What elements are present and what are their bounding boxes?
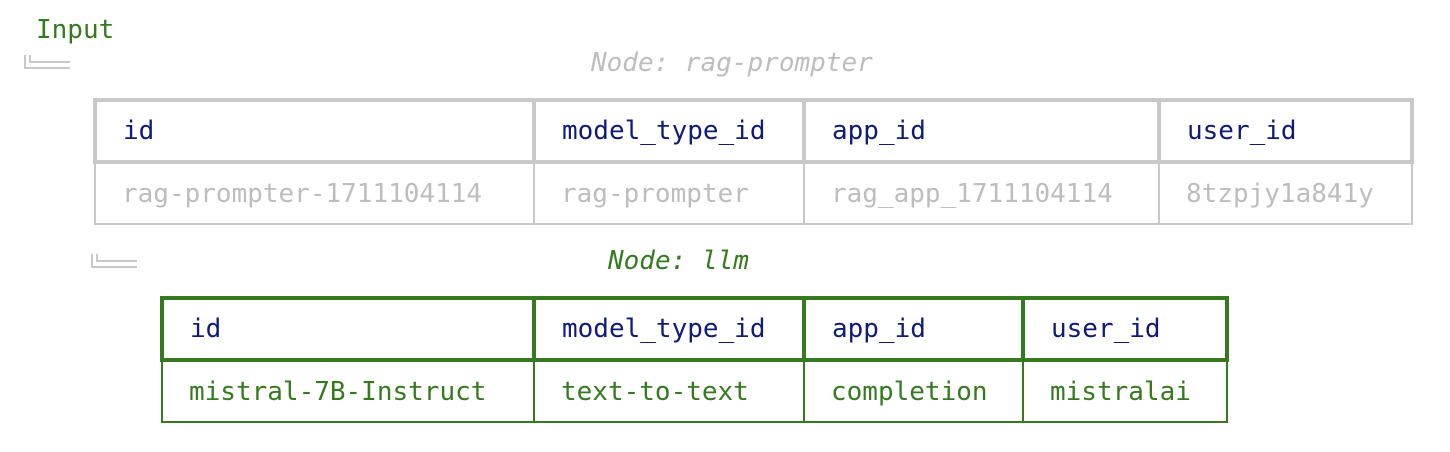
header-cell: app_id xyxy=(802,296,1025,362)
table-header-row: id model_type_id app_id user_id xyxy=(160,296,1229,362)
value-cell: completion xyxy=(803,359,1024,423)
node-table-llm: id model_type_id app_id user_id mistral-… xyxy=(160,296,1229,423)
value-cell: rag-prompter xyxy=(533,161,805,225)
tree-connector-icon xyxy=(91,254,137,268)
header-cell: user_id xyxy=(1021,296,1229,362)
header-cell: id xyxy=(160,296,536,362)
node-title-rag-prompter: Node: rag-prompter xyxy=(591,48,873,78)
table-row: rag-prompter-1711104114 rag-prompter rag… xyxy=(94,161,1413,225)
node-table-rag-prompter: id model_type_id app_id user_id rag-prom… xyxy=(93,98,1414,225)
header-cell: id xyxy=(93,98,536,164)
input-label: Input xyxy=(36,15,115,45)
value-cell: 8tzpjy1a841y xyxy=(1158,161,1413,225)
header-cell: app_id xyxy=(802,98,1161,164)
table-header-row: id model_type_id app_id user_id xyxy=(93,98,1414,164)
value-cell: mistralai xyxy=(1022,359,1228,423)
value-cell: rag-prompter-1711104114 xyxy=(94,161,535,225)
value-cell: rag_app_1711104114 xyxy=(803,161,1160,225)
value-cell: mistral-7B-Instruct xyxy=(161,359,535,423)
tree-connector-icon xyxy=(24,55,70,69)
header-cell: user_id xyxy=(1157,98,1414,164)
value-cell: text-to-text xyxy=(533,359,805,423)
table-row: mistral-7B-Instruct text-to-text complet… xyxy=(161,359,1228,423)
node-title-llm: Node: llm xyxy=(608,246,749,276)
header-cell: model_type_id xyxy=(532,98,806,164)
header-cell: model_type_id xyxy=(532,296,806,362)
